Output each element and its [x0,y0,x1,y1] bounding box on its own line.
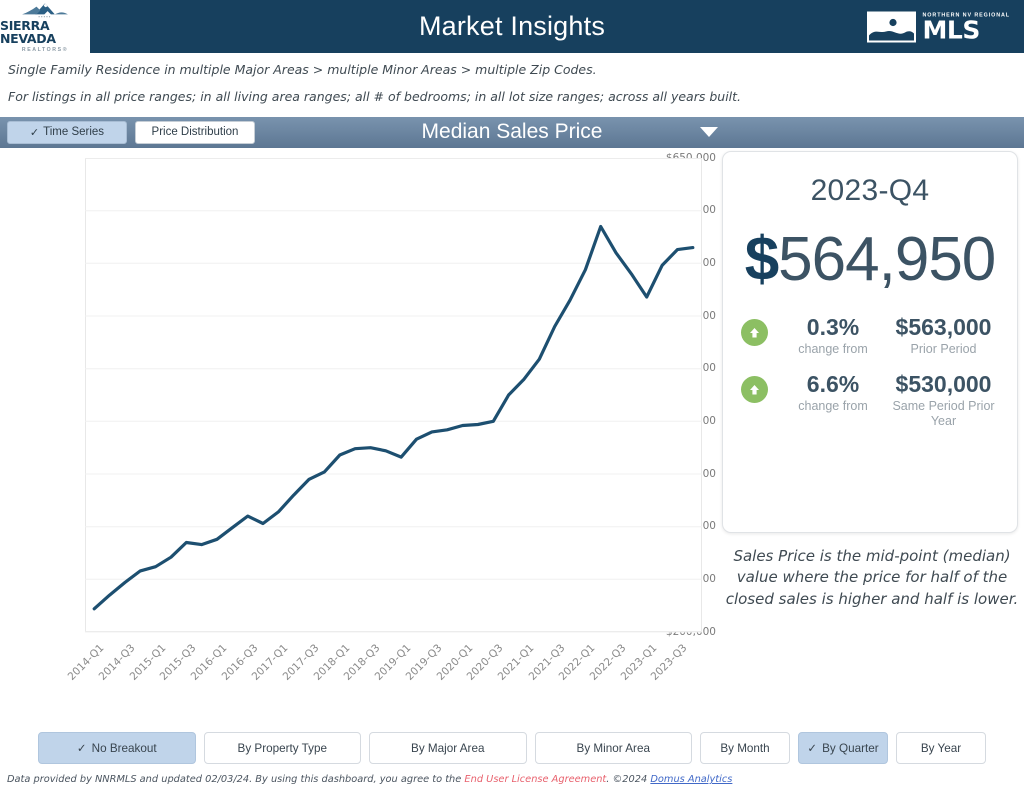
button-by-year[interactable]: By Year [896,732,986,764]
chart-plot-area [85,157,702,788]
metric-description: Sales Price is the mid-point (median) va… [725,546,1019,609]
button-by-month-label: By Month [720,741,770,755]
button-by-month[interactable]: By Month [700,732,790,764]
stat-comparison-rows: 0.3% change from $563,000 Prior Period 6… [723,313,1017,445]
mountain-icon [22,3,68,18]
button-by-property-type[interactable]: By Property Type [203,732,361,764]
stat-primary-value: $564,950 [745,228,997,291]
logo-wordmark: SIERRA NEVADA [0,18,56,46]
stat-value-number: 564,950 [778,224,996,294]
footer-text-1: Data provided by NNRMLS and updated 02/0… [7,774,465,785]
tab-price-distribution[interactable]: Price Distribution [135,120,255,144]
arrow-up-circle-icon [741,375,768,403]
filter-summary: Single Family Residence in multiple Majo… [0,53,1024,104]
tab-time-series-label: Time Series [43,126,105,138]
stat-pct-caption-2: change from [798,399,868,414]
button-by-property-type-label: By Property Type [237,741,327,755]
arrow-up-circle-icon [741,318,768,346]
footer-disclaimer: Data provided by NNRMLS and updated 02/0… [7,774,732,785]
currency-symbol: $ [744,224,779,294]
chart-svg [85,157,702,632]
button-by-quarter[interactable]: ✓ By Quarter [798,732,888,764]
chart-titlebar: ✓ Time Series Price Distribution Median … [0,116,1024,148]
stat-pct-block-1: 0.3% change from [778,313,888,357]
stat-amount-caption-2: Same Period Prior Year [892,399,995,429]
check-icon: ✓ [76,742,87,755]
stat-pct-caption-1: change from [798,341,868,356]
stat-amount-block-2: $530,000 Same Period Prior Year [888,370,999,429]
tab-price-distribution-label: Price Distribution [151,126,239,138]
button-by-major-area[interactable]: By Major Area [369,732,527,764]
button-no-breakout-label: No Breakout [91,741,157,755]
sierra-nevada-realtors-logo: SIERRA NEVADA REALTORS® [0,0,90,53]
button-by-minor-area-label: By Minor Area [576,741,650,755]
stat-amount-caption-1: Prior Period [910,341,977,356]
check-icon: ✓ [807,742,818,755]
button-by-year-label: By Year [920,741,962,755]
button-no-breakout[interactable]: ✓ No Breakout [38,732,196,764]
tab-time-series[interactable]: ✓ Time Series [7,120,127,144]
summary-stat-card: 2023-Q4 $564,950 0.3% change from $563,0… [722,150,1018,533]
filter-summary-line-1: Single Family Residence in multiple Majo… [8,62,597,77]
stat-period: 2023-Q4 [810,173,930,207]
time-series-chart: $650,000$600,000$550,000$500,000$450,000… [0,148,716,710]
dashboard-body: $650,000$600,000$550,000$500,000$450,000… [0,148,1024,710]
stat-pct-block-2: 6.6% change from [778,370,888,414]
stat-row-prior-year: 6.6% change from $530,000 Same Period Pr… [723,370,1017,429]
button-by-quarter-label: By Quarter [822,741,879,755]
footer-text-2: . ©2024 [606,774,651,785]
stat-pct-2: 6.6% [806,370,860,397]
stat-pct-1: 0.3% [806,313,860,340]
stat-row-prior-period: 0.3% change from $563,000 Prior Period [723,313,1017,357]
stat-amount-block-1: $563,000 Prior Period [888,313,999,357]
button-by-minor-area[interactable]: By Minor Area [534,732,692,764]
check-icon: ✓ [29,126,40,139]
app-header: SIERRA NEVADA REALTORS® Market Insights … [0,0,1024,53]
mls-wordmark: MLS [922,15,981,45]
stat-amount-1: $563,000 [895,313,992,340]
logo-subtext: REALTORS® [21,47,69,53]
filter-summary-line-2: For listings in all price ranges; in all… [8,88,742,104]
stat-amount-2: $530,000 [895,370,992,397]
mls-logo: NORTHERN NV REGIONAL MLS [866,11,1010,45]
breakout-button-bar: ✓ No Breakout By Property Type By Major … [0,732,1024,764]
chevron-down-icon[interactable] [700,127,718,137]
button-by-major-area-label: By Major Area [411,741,485,755]
mls-landscape-icon [866,11,916,42]
eula-link[interactable]: End User License Agreement [464,774,606,785]
domus-analytics-link[interactable]: Domus Analytics [650,774,732,785]
